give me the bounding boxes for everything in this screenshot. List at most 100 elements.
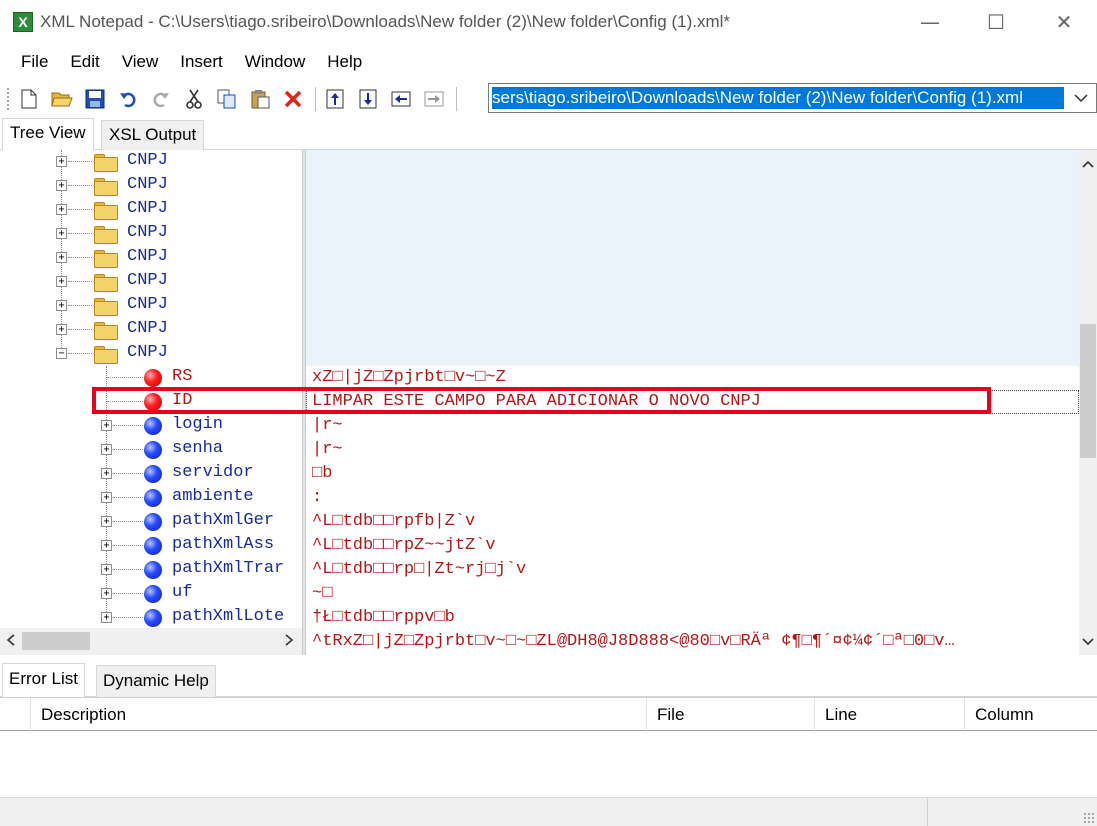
expand-icon[interactable]: + — [101, 420, 112, 431]
value-login[interactable]: |r~ — [306, 414, 1079, 438]
tree-node-pathxmlass[interactable]: + pathXmlAss — [0, 534, 302, 558]
expand-icon[interactable]: + — [101, 444, 112, 455]
expand-icon[interactable]: + — [56, 228, 67, 239]
tree-connector — [113, 545, 143, 546]
value-uf[interactable]: ~□ — [306, 582, 1079, 606]
close-button[interactable]: ✕ — [1031, 0, 1097, 44]
paste-icon[interactable] — [247, 86, 273, 112]
toolbar-grip[interactable] — [6, 87, 10, 111]
maximize-button[interactable]: ☐ — [963, 0, 1029, 44]
tab-tree-view[interactable]: Tree View — [2, 118, 94, 151]
expand-icon[interactable]: + — [56, 252, 67, 263]
tree-node-cnpj[interactable]: + CNPJ — [0, 174, 302, 198]
tab-error-list[interactable]: Error List — [2, 663, 85, 698]
tree-connector — [68, 161, 92, 162]
scroll-down-icon[interactable] — [1079, 634, 1097, 652]
expand-icon[interactable]: + — [56, 300, 67, 311]
undo-icon[interactable] — [115, 86, 141, 112]
scroll-up-icon[interactable] — [1079, 156, 1097, 174]
tree-connector — [68, 305, 92, 306]
scrollbar-thumb[interactable] — [1080, 324, 1096, 458]
tree-node-login[interactable]: + login — [0, 414, 302, 438]
expand-icon[interactable]: + — [56, 156, 67, 167]
tree-node-cnpj-expanded[interactable]: − CNPJ — [0, 342, 302, 366]
nudge-down-icon[interactable] — [355, 86, 381, 112]
minimize-button[interactable]: — — [897, 0, 963, 44]
resize-grip-icon[interactable] — [1083, 812, 1095, 824]
expand-icon[interactable]: + — [101, 564, 112, 575]
expand-icon[interactable]: + — [101, 612, 112, 623]
values-vertical-scrollbar[interactable] — [1079, 150, 1097, 655]
open-icon[interactable] — [49, 86, 75, 112]
scroll-left-icon[interactable] — [2, 632, 20, 650]
tree-node-cnpj[interactable]: + CNPJ — [0, 150, 302, 174]
column-header-column[interactable]: Column — [964, 698, 1097, 731]
value-ambiente[interactable]: : — [306, 486, 1079, 510]
scroll-right-icon[interactable] — [280, 632, 298, 650]
tree-node-uf[interactable]: + uf — [0, 582, 302, 606]
expand-icon[interactable]: + — [101, 492, 112, 503]
menu-window[interactable]: Window — [234, 52, 316, 72]
menu-insert[interactable]: Insert — [169, 52, 234, 72]
tree-connector — [113, 473, 143, 474]
expand-icon[interactable]: + — [56, 324, 67, 335]
menu-bar: File Edit View Insert Window Help — [0, 44, 1097, 80]
expand-icon[interactable]: + — [56, 276, 67, 287]
tree-node-label: uf — [172, 583, 193, 602]
column-header-file[interactable]: File — [646, 698, 814, 731]
collapse-icon[interactable]: − — [56, 348, 67, 359]
expand-icon[interactable]: + — [56, 204, 67, 215]
save-icon[interactable] — [82, 86, 108, 112]
tab-dynamic-help[interactable]: Dynamic Help — [96, 665, 216, 697]
nudge-up-icon[interactable] — [322, 86, 348, 112]
expand-icon[interactable]: + — [101, 516, 112, 527]
redo-icon[interactable] — [148, 86, 174, 112]
expand-icon[interactable]: + — [56, 180, 67, 191]
tree-node-cnpj[interactable]: + CNPJ — [0, 270, 302, 294]
expand-icon[interactable]: + — [101, 588, 112, 599]
tree-node-cnpj[interactable]: + CNPJ — [0, 294, 302, 318]
expand-icon[interactable]: + — [101, 540, 112, 551]
menu-edit[interactable]: Edit — [59, 52, 110, 72]
column-header-line[interactable]: Line — [814, 698, 964, 731]
location-input[interactable]: sers\tiago.sribeiro\Downloads\New folder… — [492, 87, 1064, 109]
tree-node-servidor[interactable]: + servidor — [0, 462, 302, 486]
tab-xsl-output[interactable]: XSL Output — [101, 120, 205, 150]
menu-view[interactable]: View — [111, 52, 170, 72]
error-list-body[interactable] — [0, 731, 1097, 797]
tree-horizontal-scrollbar[interactable] — [0, 628, 302, 655]
new-icon[interactable] — [16, 86, 42, 112]
value-servidor[interactable]: □b — [306, 462, 1079, 486]
tree-node-label: pathXmlAss — [172, 535, 275, 554]
tree-node-cnpj[interactable]: + CNPJ — [0, 318, 302, 342]
folder-icon — [94, 298, 118, 316]
value-pathxmlass[interactable]: ^L□tdb□□rpZ~~jtZ`v — [306, 534, 1079, 558]
folder-icon — [94, 250, 118, 268]
menu-help[interactable]: Help — [316, 52, 373, 72]
copy-icon[interactable] — [214, 86, 240, 112]
menu-file[interactable]: File — [10, 52, 59, 72]
delete-icon[interactable] — [280, 86, 306, 112]
tree-node-cnpj[interactable]: + CNPJ — [0, 198, 302, 222]
scrollbar-thumb[interactable] — [22, 632, 90, 650]
tree-node-senha[interactable]: + senha — [0, 438, 302, 462]
value-pathxmlger[interactable]: ^L□tdb□□rpfb|Z`v — [306, 510, 1079, 534]
status-bar — [0, 797, 1097, 826]
value-pathxmltrar[interactable]: ^L□tdb□□rp□|Zt~rj□j`v — [306, 558, 1079, 582]
nudge-right-icon[interactable] — [421, 86, 447, 112]
nudge-left-icon[interactable] — [388, 86, 414, 112]
value-pathxmllote[interactable]: †Ł□tdb□□rppv□b — [306, 606, 1079, 630]
value-senha[interactable]: |r~ — [306, 438, 1079, 462]
tree-node-pathxmltrar[interactable]: + pathXmlTrar — [0, 558, 302, 582]
value-overflow-row[interactable]: ^tRxZ□|jZ□Zpjrbt□v~□~□ZL@DH8@J8D888<@80□… — [306, 630, 1079, 654]
chevron-down-icon[interactable] — [1066, 84, 1096, 112]
tree-node-ambiente[interactable]: + ambiente — [0, 486, 302, 510]
tree-node-cnpj[interactable]: + CNPJ — [0, 222, 302, 246]
location-combobox[interactable]: sers\tiago.sribeiro\Downloads\New folder… — [488, 83, 1097, 113]
cut-icon[interactable] — [181, 86, 207, 112]
tree-node-pathxmllote[interactable]: + pathXmlLote — [0, 606, 302, 628]
tree-node-pathxmlger[interactable]: + pathXmlGer — [0, 510, 302, 534]
column-header-description[interactable]: Description — [30, 698, 646, 731]
tree-node-cnpj[interactable]: + CNPJ — [0, 246, 302, 270]
expand-icon[interactable]: + — [101, 468, 112, 479]
